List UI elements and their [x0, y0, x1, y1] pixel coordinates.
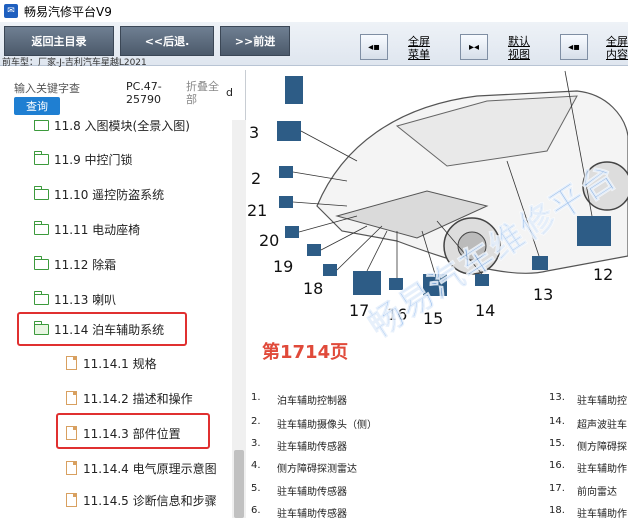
- legend-item: 侧方障碍探测雷达: [277, 464, 357, 475]
- legend-item: 16.: [549, 460, 565, 471]
- legend-item: 超声波驻车: [577, 420, 627, 431]
- tree-item-parking-assist[interactable]: 11.14 泊车辅助系统: [33, 318, 164, 340]
- fullscreen-content-icon[interactable]: ◂▪: [560, 34, 588, 60]
- tree-item[interactable]: 11.8 入图模块(全景入图): [33, 120, 190, 136]
- legend-item: 2.: [251, 416, 261, 427]
- page-icon: [66, 356, 77, 370]
- folder-icon: [33, 150, 49, 165]
- callout-label: 18: [303, 279, 323, 298]
- search-area: 输入关键字查 查询 PC.47- 25790 折叠全部 d: [0, 70, 246, 120]
- callout-label: 20: [259, 231, 279, 250]
- window-title: 畅易汽修平台V9: [24, 4, 112, 19]
- callout-label: 3: [249, 123, 259, 142]
- legend-item: 6.: [251, 505, 261, 516]
- legend-item: 18.: [549, 505, 565, 516]
- collapse-all-button[interactable]: 折叠全部: [186, 80, 219, 106]
- tree-item[interactable]: 11.14.5 诊断信息和步骤: [66, 489, 217, 511]
- query-button[interactable]: 查询: [14, 97, 60, 115]
- sensor-module: [532, 256, 548, 270]
- camera-module: [285, 76, 303, 104]
- legend-item: 驻车辅助传感器: [277, 442, 347, 453]
- sensor-module: [307, 244, 321, 256]
- legend-item: 13.: [549, 392, 565, 403]
- sensor-module: [285, 226, 299, 238]
- legend-item: 驻车辅助作: [577, 464, 627, 475]
- legend-item: 泊车辅助控制器: [277, 396, 347, 407]
- sensor-module: [279, 196, 293, 208]
- fullscreen-content-label[interactable]: 全屏 内容: [606, 35, 628, 61]
- tree-item[interactable]: 11.14.1 规格: [66, 352, 157, 374]
- legend-item: 3.: [251, 438, 261, 449]
- callout-label: 2: [251, 169, 261, 188]
- sensor-module: [323, 264, 337, 276]
- tree-item[interactable]: 11.10 遥控防盗系统: [33, 183, 164, 205]
- fullscreen-menu-icon[interactable]: ◂▪: [360, 34, 388, 60]
- page-number: 第1714页: [262, 342, 349, 363]
- sensor-module: [279, 166, 293, 178]
- extra-button[interactable]: d: [226, 86, 233, 99]
- tree-item[interactable]: 11.9 中控门锁: [33, 148, 133, 170]
- tree-scrollbar[interactable]: [232, 120, 246, 518]
- left-panel: 输入关键字查 查询 PC.47- 25790 折叠全部 d 11.8 入图模块(全…: [0, 70, 246, 518]
- app-icon: ✉: [4, 4, 18, 18]
- folder-icon: [33, 290, 49, 305]
- scroll-thumb[interactable]: [234, 450, 244, 518]
- fullscreen-menu-label[interactable]: 全屏 菜单: [408, 35, 430, 61]
- default-view-icon[interactable]: ▸◂: [460, 34, 488, 60]
- legend-item: 前向雷达: [577, 487, 617, 498]
- folder-icon: [33, 255, 49, 270]
- legend-item: 驻车辅助摄像头（侧）: [277, 420, 377, 431]
- folder-icon: [33, 220, 49, 235]
- legend-item: 驻车辅助作: [577, 509, 627, 518]
- tree-item[interactable]: 11.11 电动座椅: [33, 218, 140, 240]
- sensor-module: [277, 121, 301, 141]
- controller-module: [577, 216, 611, 246]
- callout-label: 13: [533, 285, 553, 304]
- forward-button[interactable]: >>前进: [220, 26, 290, 56]
- callout-label: 14: [475, 301, 495, 320]
- legend-item: 驻车辅助传感器: [277, 509, 347, 518]
- page-icon: [66, 493, 77, 507]
- page-icon: [66, 391, 77, 405]
- tree-item[interactable]: 11.14.4 电气原理示意图: [66, 457, 217, 479]
- callout-label: 19: [273, 257, 293, 276]
- page-icon: [66, 426, 77, 440]
- current-vehicle: 前车型：厂家-J-吉利汽车星越L2021: [2, 58, 147, 68]
- tree-item-component-location[interactable]: 11.14.3 部件位置: [66, 422, 181, 444]
- legend-item: 侧方障碍探: [577, 442, 627, 453]
- page-icon: [66, 461, 77, 475]
- legend-item: 4.: [251, 460, 261, 471]
- legend-item: 1.: [251, 392, 261, 403]
- default-view-label[interactable]: 默认 视图: [508, 35, 530, 61]
- callout-label: 12: [593, 265, 613, 284]
- folder-icon: [33, 185, 49, 200]
- title-bar: ✉ 畅易汽修平台V9: [0, 0, 628, 22]
- legend-item: 驻车辅助控: [577, 396, 627, 407]
- legend-item: 14.: [549, 416, 565, 427]
- tree-item[interactable]: 11.13 喇叭: [33, 288, 116, 310]
- tree-item[interactable]: 11.12 除霜: [33, 253, 116, 275]
- legend-item: 15.: [549, 438, 565, 449]
- content-panel: 3 2 21 20 19 18 17 16 15 14 13 12 第1714页…: [247, 66, 628, 518]
- callout-label: 21: [247, 201, 267, 220]
- radar-module: [353, 271, 381, 295]
- tree-view: 11.8 入图模块(全景入图) 11.9 中控门锁 11.10 遥控防盗系统 1…: [0, 120, 232, 518]
- legend-item: 17.: [549, 483, 565, 494]
- back-home-button[interactable]: 返回主目录: [4, 26, 114, 56]
- back-button[interactable]: <<后退.: [120, 26, 214, 56]
- legend-item: 5.: [251, 483, 261, 494]
- search-input[interactable]: 输入关键字查: [14, 80, 80, 96]
- doc-code: PC.47- 25790: [126, 80, 162, 106]
- legend-item: 驻车辅助传感器: [277, 487, 347, 498]
- tree-item[interactable]: 11.14.2 描述和操作: [66, 387, 193, 409]
- folder-open-icon: [33, 320, 49, 335]
- folder-icon: [33, 120, 49, 131]
